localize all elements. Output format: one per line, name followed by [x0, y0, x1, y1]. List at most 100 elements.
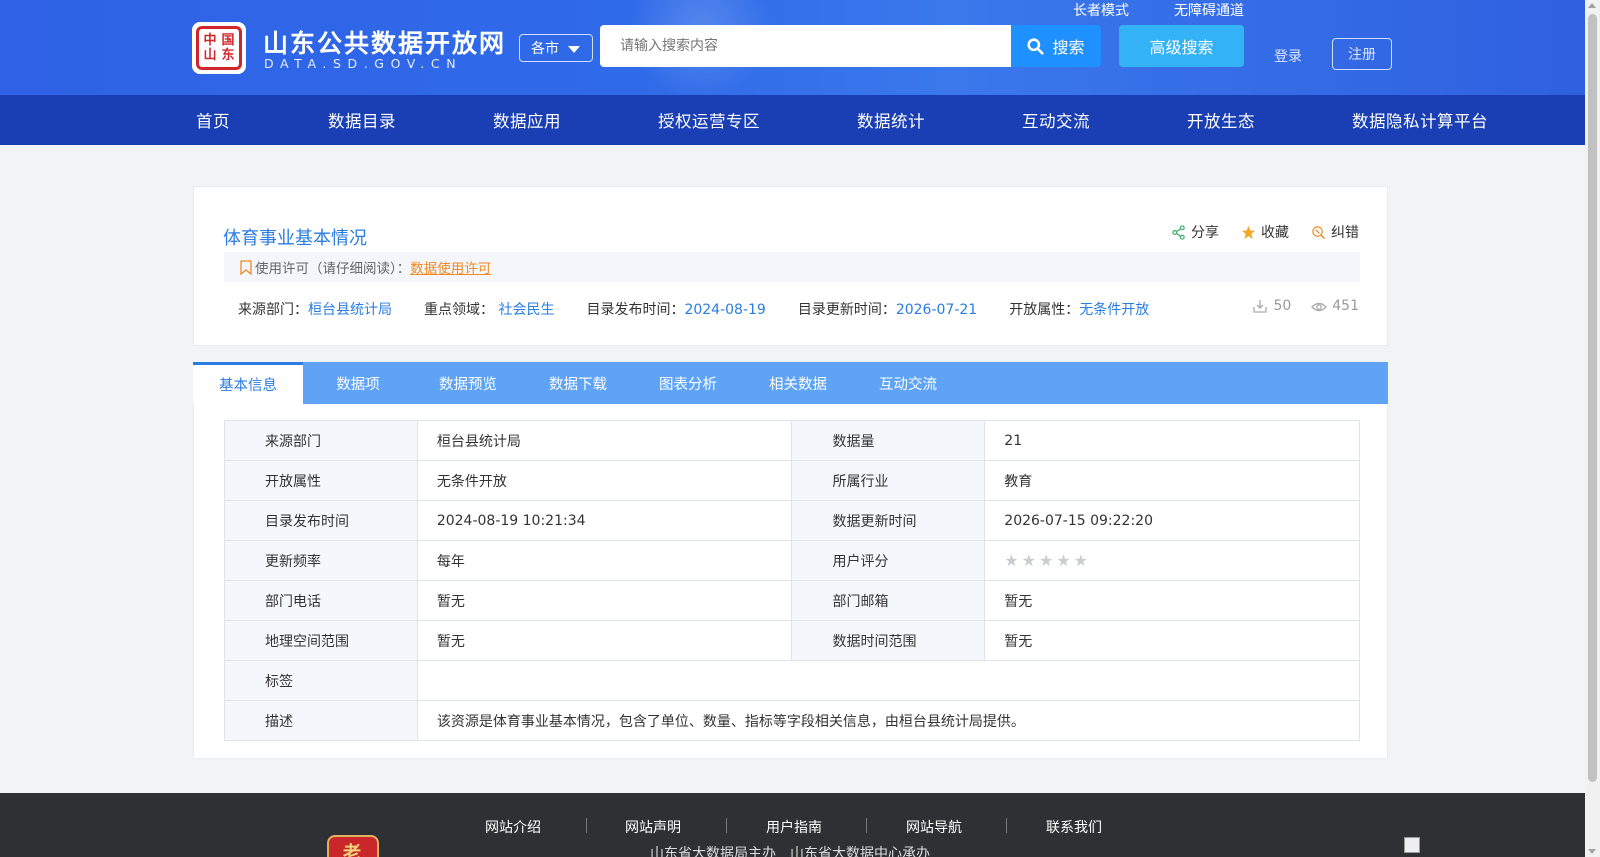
info-value: 教育	[984, 460, 1360, 501]
info-key: 数据量	[791, 420, 986, 461]
site-footer: 网站介绍 网站声明 用户指南 网站导航 联系我们 老 山东省大数据局主办 山东省…	[0, 793, 1585, 857]
footer-link-guide[interactable]: 用户指南	[766, 817, 822, 837]
view-count-value: 451	[1332, 298, 1359, 314]
city-select[interactable]: 各市	[519, 34, 593, 62]
footer-divider	[586, 818, 587, 833]
dataset-stats: 50 451	[1252, 298, 1359, 314]
license-bar: 使用许可（请仔细阅读）： 数据使用许可	[224, 252, 1360, 282]
city-select-label: 各市	[531, 41, 559, 57]
footer-divider	[1006, 818, 1007, 833]
meta-publish-label: 目录发布时间：	[586, 302, 685, 318]
table-row: 描述 该资源是体育事业基本情况，包含了单位、数量、指标等字段相关信息，由桓台县统…	[224, 700, 1361, 741]
tab-chart-analysis[interactable]: 图表分析	[633, 362, 743, 404]
info-value: 2024-08-19 10:21:34	[416, 500, 793, 541]
favorite-button[interactable]: 收藏	[1241, 222, 1289, 242]
info-key: 来源部门	[224, 420, 418, 461]
nav-item-ecosystem[interactable]: 开放生态	[1187, 108, 1255, 132]
scroll-up-icon[interactable]	[1588, 3, 1596, 8]
rating-stars[interactable]: ★ ★ ★ ★ ★	[1004, 551, 1359, 570]
login-link[interactable]: 登录	[1274, 46, 1302, 66]
correct-label: 纠错	[1331, 225, 1359, 241]
eye-icon	[1311, 302, 1328, 312]
footer-link-statement[interactable]: 网站声明	[625, 817, 681, 837]
site-logo[interactable]: 中国山东	[192, 22, 246, 74]
tab-data-download[interactable]: 数据下载	[523, 362, 633, 404]
main-nav: 首页 数据目录 数据应用 授权运营专区 数据统计 互动交流 开放生态 数据隐私计…	[0, 95, 1585, 145]
scrollbar-thumb[interactable]	[1588, 14, 1597, 782]
info-value: 暂无	[416, 620, 793, 661]
info-key: 所属行业	[791, 460, 986, 501]
info-value: 无条件开放	[416, 460, 793, 501]
basic-info-panel: 来源部门 桓台县统计局 数据量 21 开放属性 无条件开放 所属行业 教育 目录…	[193, 404, 1388, 759]
download-count: 50	[1252, 298, 1291, 314]
meta-publish: 目录发布时间：2024-08-19	[586, 299, 765, 319]
footer-link-contact[interactable]: 联系我们	[1046, 817, 1102, 837]
info-value: 桓台县统计局	[416, 420, 793, 461]
meta-update: 目录更新时间：2026-07-21	[798, 299, 977, 319]
footer-link-about[interactable]: 网站介绍	[485, 817, 541, 837]
nav-item-interaction[interactable]: 互动交流	[1022, 108, 1090, 132]
info-key: 部门邮箱	[791, 580, 986, 621]
site-title[interactable]: 山东公共数据开放网	[263, 24, 506, 60]
table-row: 标签	[224, 660, 1361, 701]
footer-divider	[726, 818, 727, 833]
tab-related-data[interactable]: 相关数据	[743, 362, 853, 404]
share-icon	[1172, 224, 1185, 240]
caret-down-icon	[568, 46, 580, 53]
logo-char: 国	[221, 33, 235, 48]
nav-item-apps[interactable]: 数据应用	[493, 108, 561, 132]
register-button[interactable]: 注册	[1332, 38, 1392, 70]
nav-item-home[interactable]: 首页	[196, 108, 230, 132]
search-button[interactable]: 搜索	[1011, 25, 1101, 67]
footer-badge[interactable]: 老	[327, 835, 379, 857]
license-link[interactable]: 数据使用许可	[410, 257, 491, 277]
table-row: 部门电话 暂无 部门邮箱 暂无	[224, 580, 1360, 621]
description-value: 该资源是体育事业基本情况，包含了单位、数量、指标等字段相关信息，由桓台县统计局提…	[416, 700, 1361, 741]
nav-item-catalog[interactable]: 数据目录	[328, 108, 396, 132]
tab-data-preview[interactable]: 数据预览	[413, 362, 523, 404]
info-key: 地理空间范围	[224, 620, 418, 661]
page-scrollbar[interactable]	[1585, 0, 1600, 857]
rating-star-icon[interactable]: ★	[1074, 551, 1088, 570]
meta-source-value[interactable]: 桓台县统计局	[308, 302, 392, 318]
info-key: 更新频率	[224, 540, 418, 581]
meta-open-label: 开放属性：	[1009, 302, 1080, 318]
meta-open-value: 无条件开放	[1079, 302, 1150, 318]
site-header: 中国山东 山东公共数据开放网 DATA.SD.GOV.CN 各市 搜索 高级搜索…	[0, 0, 1585, 95]
accessibility-link[interactable]: 无障碍通道	[1174, 0, 1244, 20]
elder-mode-link[interactable]: 长者模式	[1073, 0, 1129, 20]
rating-star-icon[interactable]: ★	[1039, 551, 1053, 570]
info-key: 目录发布时间	[224, 500, 418, 541]
tab-interaction[interactable]: 互动交流	[853, 362, 963, 404]
license-label: 使用许可（请仔细阅读）：	[255, 261, 411, 277]
share-button[interactable]: 分享	[1171, 222, 1219, 242]
nav-item-privacy-computing[interactable]: 数据隐私计算平台	[1352, 108, 1488, 132]
rating-star-icon[interactable]: ★	[1004, 551, 1018, 570]
tab-data-items[interactable]: 数据项	[303, 362, 413, 404]
scroll-down-icon[interactable]	[1588, 849, 1596, 854]
tab-basic-info[interactable]: 基本信息	[193, 362, 303, 404]
table-row: 目录发布时间 2024-08-19 10:21:34 数据更新时间 2026-0…	[224, 500, 1360, 541]
info-value: 暂无	[984, 620, 1360, 661]
info-key: 用户评分	[791, 540, 986, 581]
footer-link-sitemap[interactable]: 网站导航	[906, 817, 962, 837]
nav-item-statistics[interactable]: 数据统计	[857, 108, 925, 132]
advanced-search-button[interactable]: 高级搜索	[1119, 25, 1244, 67]
dataset-actions: 分享 收藏 纠错	[1171, 222, 1359, 242]
table-row: 开放属性 无条件开放 所属行业 教育	[224, 460, 1360, 501]
favorite-label: 收藏	[1261, 225, 1289, 241]
nav-item-authorized-ops[interactable]: 授权运营专区	[658, 108, 760, 132]
rating-star-icon[interactable]: ★	[1022, 551, 1036, 570]
star-icon	[1241, 225, 1256, 239]
table-row: 地理空间范围 暂无 数据时间范围 暂无	[224, 620, 1360, 661]
rating-star-icon[interactable]: ★	[1056, 551, 1070, 570]
dataset-summary-card: 体育事业基本情况 分享 收藏 纠错 使用许可（请仔细阅读）： 数据使用许可 来源…	[193, 186, 1388, 346]
logo-char: 中	[203, 33, 217, 48]
info-key: 数据时间范围	[791, 620, 986, 661]
table-row: 来源部门 桓台县统计局 数据量 21	[224, 420, 1360, 461]
meta-domain-value[interactable]: 社会民生	[498, 302, 554, 318]
magnifier-error-icon	[1312, 225, 1326, 239]
detail-tabs: 基本信息 数据项 数据预览 数据下载 图表分析 相关数据 互动交流	[193, 362, 1388, 404]
search-input[interactable]	[600, 25, 1011, 67]
correct-button[interactable]: 纠错	[1311, 222, 1359, 242]
